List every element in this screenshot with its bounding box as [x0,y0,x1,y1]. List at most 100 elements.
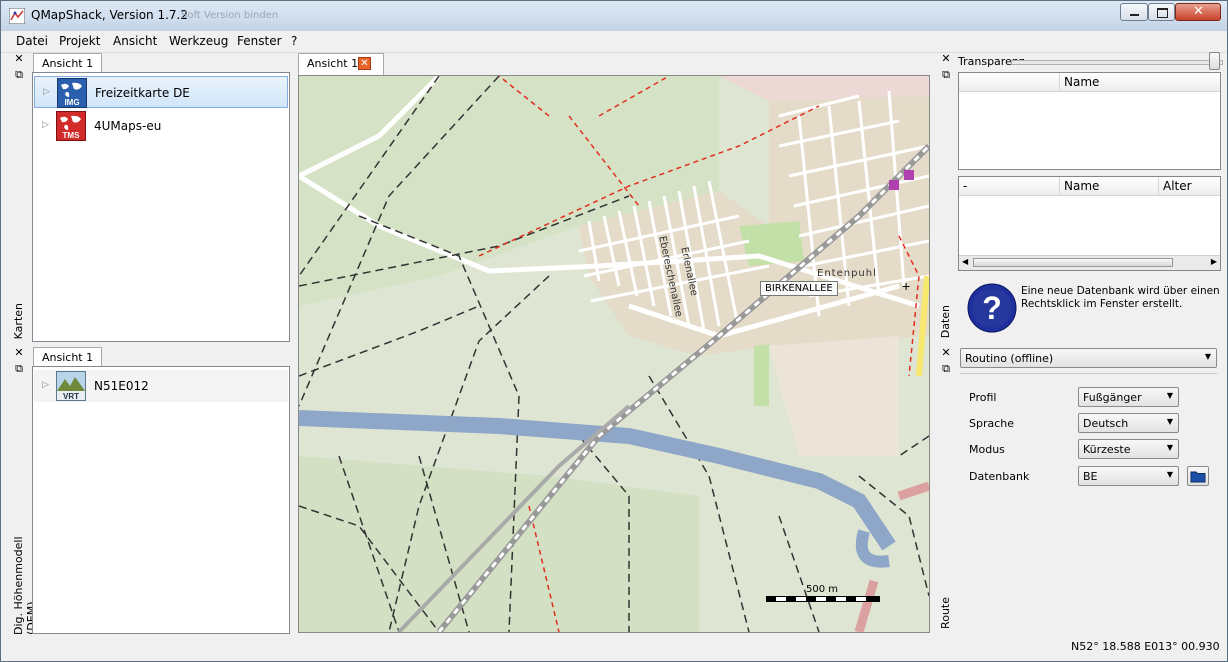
language-label: Sprache [969,417,1015,430]
col-header-blank [959,73,1060,92]
database-select[interactable]: BE ▼ [1078,466,1179,486]
svg-text:TMS: TMS [63,131,81,140]
title-bar[interactable]: QMapShack, Version 1.7.2 Soft Version bi… [1,1,1227,31]
menu-help[interactable]: ? [291,34,297,48]
dock-float-icon[interactable]: ⧉ [938,363,954,375]
router-value: Routino (offline) [965,352,1054,365]
help-icon: ? [967,283,1017,333]
mode-value: Kürzeste [1083,443,1131,456]
scale-label: 500 m [806,584,839,595]
col-header-alter[interactable]: Alter [1159,177,1220,196]
profile-value: Fußgänger [1083,391,1142,404]
transparency-slider-track[interactable] [1011,60,1223,65]
choose-database-button[interactable] [1187,466,1209,486]
window-title-ghost: Soft Version binden [181,10,279,21]
place-label: Entenpuhl [817,268,877,279]
tab-dem-view[interactable]: Ansicht 1 [33,347,103,367]
map-canvas[interactable]: + Erlenallee Ebereschenallee Entenpuhl B… [298,75,930,633]
dock-close-icon[interactable]: ✕ [938,347,954,359]
expand-icon[interactable]: ▷ [42,120,49,130]
col-header-name[interactable]: Name [1060,177,1159,196]
col-header-dash[interactable]: - [959,177,1060,196]
scroll-right-icon[interactable]: ▶ [1211,257,1217,266]
maps-list: ▷ IMG Freizeitkarte DE ▷ TMS 4UMaps-eu [32,72,290,342]
dock-close-icon[interactable]: ✕ [938,53,954,65]
close-tab-icon[interactable]: ✕ [358,57,371,70]
expand-icon[interactable]: ▷ [42,380,49,390]
folder-icon [1190,471,1206,483]
horizontal-scrollbar[interactable]: ◀ ▶ [959,255,1220,270]
col-header-label: - [963,179,968,193]
chevron-down-icon: ▼ [1166,391,1173,400]
menu-bar: Datei Projekt Ansicht Werkzeug Fenster ? [1,31,1227,53]
vrt-dem-icon: VRT [56,371,86,401]
dock-float-icon[interactable]: ⧉ [11,363,27,375]
scroll-left-icon[interactable]: ◀ [962,257,968,266]
map-item-4umaps[interactable]: ▷ TMS 4UMaps-eu [34,110,288,142]
profile-label: Profil [969,391,997,404]
svg-text:?: ? [982,290,1002,326]
dock-close-icon[interactable]: ✕ [11,53,27,65]
menu-datei[interactable]: Datei [16,34,48,48]
transparency-slider-handle[interactable] [1209,52,1220,70]
divider [960,373,1217,374]
mode-label: Modus [969,443,1005,456]
menu-werkzeug[interactable]: Werkzeug [169,34,228,48]
chevron-down-icon: ▼ [1204,352,1211,361]
close-icon: ✕ [1193,4,1204,19]
project-table: Name [958,72,1221,170]
map-drawing: + [299,76,929,632]
database-table: - Name Alter ◀ ▶ [958,176,1221,271]
menu-ansicht[interactable]: Ansicht [113,34,157,48]
data-dock-sidebar: ✕ ⧉ Daten [938,53,954,341]
col-header-label: Name [1064,179,1100,193]
dem-item-n51e012[interactable]: ▷ VRT N51E012 [34,370,288,402]
svg-text:+: + [902,278,910,294]
scrollbar-thumb[interactable] [973,258,1173,267]
language-select[interactable]: Deutsch ▼ [1078,413,1179,433]
minimize-button[interactable] [1120,3,1148,21]
map-tab-label: Ansicht 1 [307,57,359,70]
menu-fenster[interactable]: Fenster [237,34,282,48]
language-value: Deutsch [1083,417,1129,430]
dock-float-icon[interactable]: ⧉ [938,69,954,81]
dem-list: ▷ VRT N51E012 [32,366,290,634]
app-icon [9,8,25,24]
router-select[interactable]: Routino (offline) ▼ [960,348,1217,368]
dock-close-icon[interactable]: ✕ [11,347,27,359]
tab-maps-view[interactable]: Ansicht 1 [33,53,103,73]
expand-icon[interactable]: ▷ [43,87,50,97]
database-label: Datenbank [969,470,1030,483]
database-value: BE [1083,470,1098,483]
new-database-hint: Eine neue Datenbank wird über einen Rech… [1021,285,1220,310]
tms-map-icon: TMS [56,111,86,141]
map-item-label: Freizeitkarte DE [95,86,190,100]
chevron-down-icon: ▼ [1166,443,1173,452]
route-dock-sidebar: ✕ ⧉ Route [938,347,954,635]
close-button[interactable]: ✕ [1175,3,1221,21]
main-window: QMapShack, Version 1.7.2 Soft Version bi… [0,0,1228,662]
menu-projekt[interactable]: Projekt [59,34,100,48]
maximize-button[interactable] [1148,3,1175,21]
svg-text:IMG: IMG [64,98,79,107]
col-header-label: Name [1064,75,1100,89]
data-dock-title: Daten [939,305,952,339]
col-header-name[interactable]: Name [1060,73,1220,92]
tab-map-view[interactable]: Ansicht 1 ✕ [298,53,384,75]
chevron-down-icon: ▼ [1166,417,1173,426]
dem-item-label: N51E012 [94,379,149,393]
status-coordinates: N52° 18.588 E013° 00.930 [1071,640,1220,653]
window-title: QMapShack, Version 1.7.2 [31,8,188,22]
map-item-freizeitkarte[interactable]: ▷ IMG Freizeitkarte DE [34,76,288,108]
maps-dock-sidebar: ✕ ⧉ Karten [11,53,27,343]
dock-float-icon[interactable]: ⧉ [11,69,27,81]
street-tooltip: BIRKENALLEE [760,281,838,296]
mode-select[interactable]: Kürzeste ▼ [1078,439,1179,459]
route-dock-title: Route [939,597,952,629]
img-map-icon: IMG [57,78,87,108]
profile-select[interactable]: Fußgänger ▼ [1078,387,1179,407]
map-item-label: 4UMaps-eu [94,119,162,133]
col-header-label: Alter [1163,179,1192,193]
dem-dock-sidebar: ✕ ⧉ Dig. Höhenmodell (DEM) [11,347,38,636]
svg-text:VRT: VRT [63,392,79,401]
